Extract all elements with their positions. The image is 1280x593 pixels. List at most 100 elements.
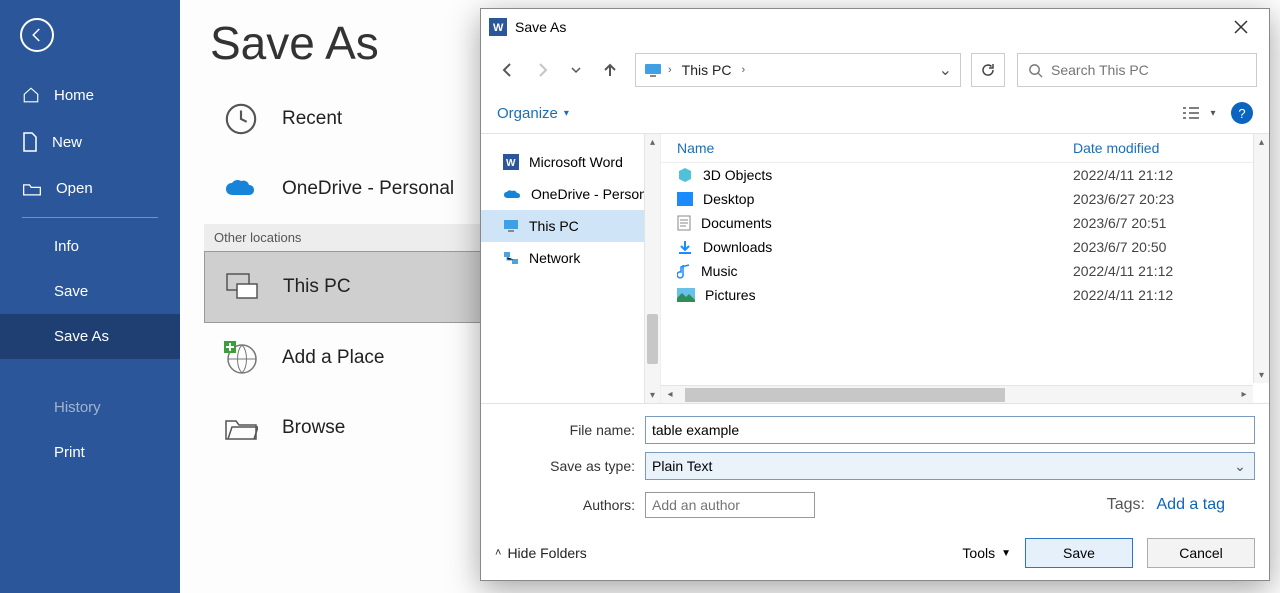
nav-pane-scrollbar[interactable]: ▴ ▾ — [644, 134, 660, 403]
view-dropdown-button[interactable]: ▾ — [1205, 99, 1221, 127]
monitor-icon — [644, 63, 662, 77]
file-row[interactable]: Pictures 2022/4/11 21:12 — [661, 283, 1269, 307]
save-button[interactable]: Save — [1025, 538, 1133, 568]
search-box[interactable] — [1017, 53, 1257, 87]
nav-item-onedrive[interactable]: OneDrive - Person — [481, 178, 660, 210]
search-input[interactable] — [1051, 62, 1246, 78]
sidebar-label: Open — [56, 180, 93, 197]
sidebar-item-history[interactable]: History — [0, 385, 180, 430]
refresh-button[interactable] — [971, 53, 1005, 87]
chevron-down-icon: ▾ — [564, 108, 569, 119]
file-list: Name Date modified 3D Objects 2022/4/11 … — [661, 134, 1269, 403]
chevron-down-icon: ▼ — [1001, 548, 1011, 559]
scroll-up-icon[interactable]: ▴ — [1254, 134, 1269, 150]
scroll-up-icon[interactable]: ▴ — [645, 134, 660, 150]
sidebar-item-info[interactable]: Info — [0, 224, 180, 269]
file-row[interactable]: 3D Objects 2022/4/11 21:12 — [661, 163, 1269, 187]
organize-label: Organize — [497, 105, 558, 122]
svg-text:W: W — [506, 158, 516, 169]
nav-forward-button[interactable] — [527, 55, 557, 85]
help-button[interactable]: ? — [1231, 102, 1253, 124]
sidebar-item-save-as[interactable]: Save As — [0, 314, 180, 359]
arrow-up-icon — [602, 62, 618, 78]
pictures-icon — [677, 288, 695, 302]
dialog-toolbar: Organize ▾ ▾ ? — [481, 95, 1269, 134]
chevron-down-icon: ⌄ — [1232, 458, 1248, 475]
word-app-icon: W — [503, 154, 519, 170]
this-pc-icon — [223, 268, 261, 306]
scroll-thumb[interactable] — [685, 388, 1005, 402]
add-tag-link[interactable]: Add a tag — [1157, 496, 1226, 513]
organize-menu[interactable]: Organize ▾ — [497, 105, 569, 122]
nav-item-network[interactable]: Network — [481, 242, 660, 274]
file-row[interactable]: Music 2022/4/11 21:12 — [661, 259, 1269, 283]
file-name: Desktop — [703, 191, 754, 207]
cancel-button[interactable]: Cancel — [1147, 538, 1255, 568]
dialog-footer: ˄ Hide Folders Tools ▼ Save Cancel — [481, 528, 1269, 580]
column-name[interactable]: Name — [677, 140, 1073, 156]
nav-item-word[interactable]: W Microsoft Word — [481, 146, 660, 178]
desktop-icon — [677, 192, 693, 206]
sidebar-item-new[interactable]: New — [0, 118, 180, 166]
nav-up-button[interactable] — [595, 55, 625, 85]
scroll-left-icon[interactable]: ◂ — [661, 389, 679, 400]
column-date[interactable]: Date modified — [1073, 140, 1253, 156]
address-bar[interactable]: › This PC › ⌄ — [635, 53, 961, 87]
location-label: OneDrive - Personal — [282, 178, 454, 200]
tools-label: Tools — [962, 545, 995, 561]
tools-menu[interactable]: Tools ▼ — [962, 545, 1011, 561]
file-row[interactable]: Documents 2023/6/7 20:51 — [661, 211, 1269, 235]
save-button-label: Save — [1063, 545, 1095, 561]
close-button[interactable] — [1221, 13, 1261, 41]
add-place-icon — [222, 339, 260, 377]
search-icon — [1028, 63, 1043, 78]
sidebar-item-open[interactable]: Open — [0, 166, 180, 211]
filename-input[interactable] — [645, 416, 1255, 444]
savetype-value: Plain Text — [652, 458, 712, 474]
file-icon — [22, 132, 38, 152]
scroll-down-icon[interactable]: ▾ — [645, 387, 660, 403]
file-row[interactable]: Downloads 2023/6/7 20:50 — [661, 235, 1269, 259]
cube-icon — [677, 167, 693, 183]
sidebar-item-save[interactable]: Save — [0, 269, 180, 314]
scroll-right-icon[interactable]: ▸ — [1235, 389, 1253, 400]
file-row[interactable]: Desktop 2023/6/27 20:23 — [661, 187, 1269, 211]
sidebar-divider — [22, 217, 158, 218]
hide-folders-button[interactable]: ˄ Hide Folders — [495, 545, 587, 561]
breadcrumb-this-pc[interactable]: This PC — [678, 60, 736, 80]
nav-recent-button[interactable] — [561, 55, 591, 85]
monitor-icon — [503, 219, 519, 233]
file-name: 3D Objects — [703, 167, 772, 183]
file-list-hscrollbar[interactable]: ◂ ▸ — [661, 385, 1253, 403]
dialog-title: Save As — [515, 19, 566, 35]
chevron-up-icon: ˄ — [495, 547, 501, 559]
file-date: 2022/4/11 21:12 — [1073, 263, 1253, 279]
scroll-down-icon[interactable]: ▾ — [1254, 367, 1269, 383]
file-date: 2022/4/11 21:12 — [1073, 287, 1253, 303]
backstage-sidebar: Home New Open Info Save Save As History — [0, 0, 180, 593]
column-headers[interactable]: Name Date modified — [661, 134, 1269, 163]
sidebar-item-home[interactable]: Home — [0, 72, 180, 118]
nav-item-this-pc[interactable]: This PC — [481, 210, 660, 242]
sidebar-label: New — [52, 134, 82, 151]
nav-item-label: This PC — [529, 218, 579, 234]
authors-input[interactable] — [645, 492, 815, 518]
nav-back-button[interactable] — [493, 55, 523, 85]
breadcrumb-separator-icon: › — [741, 64, 745, 76]
arrow-left-icon — [500, 62, 516, 78]
file-date: 2023/6/7 20:51 — [1073, 215, 1253, 231]
file-date: 2022/4/11 21:12 — [1073, 167, 1253, 183]
sidebar-item-print[interactable]: Print — [0, 430, 180, 475]
savetype-combo[interactable]: Plain Text ⌄ — [645, 452, 1255, 480]
help-icon: ? — [1238, 106, 1245, 121]
sidebar-label: Home — [54, 87, 94, 104]
file-name: Pictures — [705, 287, 756, 303]
file-list-vscrollbar[interactable]: ▴ ▾ — [1253, 134, 1269, 383]
location-label: Browse — [282, 417, 345, 439]
sidebar-label: Save As — [54, 328, 109, 345]
back-button[interactable] — [20, 18, 54, 52]
scroll-thumb[interactable] — [647, 314, 658, 364]
close-icon — [1234, 20, 1248, 34]
address-dropdown-icon[interactable]: ⌄ — [939, 60, 952, 80]
view-options-button[interactable] — [1177, 99, 1205, 127]
